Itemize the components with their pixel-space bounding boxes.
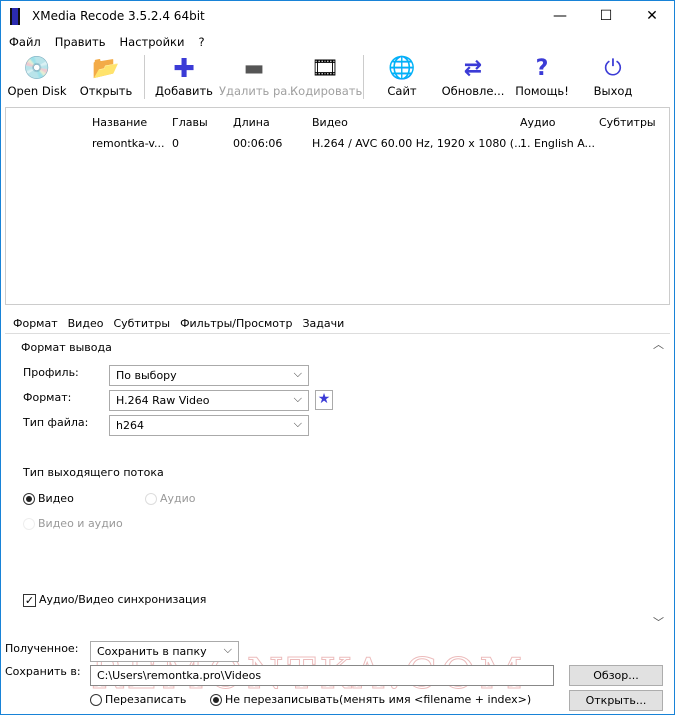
checkbox-icon: ✓ xyxy=(23,593,36,607)
update-button[interactable]: ⇄ Обновле... xyxy=(438,55,508,98)
tab-jobs[interactable]: Задачи xyxy=(302,317,344,330)
help-label: Помощь! xyxy=(515,84,569,98)
column-header-length[interactable]: Длина xyxy=(233,116,270,129)
stream-type-label: Тип выходящего потока xyxy=(23,466,164,479)
no-overwrite-label: Не перезаписывать(менять имя <filename +… xyxy=(225,693,532,706)
globe-icon: 🌐 xyxy=(388,56,416,81)
menu-help[interactable]: ? xyxy=(198,35,204,49)
favorite-star-button[interactable]: ★ xyxy=(315,390,333,410)
open-label: Открыть xyxy=(79,84,133,98)
scroll-down-icon[interactable]: ﹀ xyxy=(653,614,664,630)
update-label: Обновле... xyxy=(441,84,505,98)
radio-icon xyxy=(210,694,222,706)
tab-subtitles[interactable]: Субтитры xyxy=(113,317,170,330)
open-button[interactable]: 📂 Открыть xyxy=(71,55,141,98)
help-icon: ? xyxy=(535,56,549,81)
column-header-audio[interactable]: Аудио xyxy=(520,116,556,129)
open-folder-icon: 📂 xyxy=(92,56,120,81)
file-list[interactable]: Название Главы Длина Видео Аудио Субтитр… xyxy=(5,107,670,305)
radio-video-label: Видео xyxy=(38,492,74,505)
title-bar: XMedia Recode 3.5.2.4 64bit — ☐ ✕ xyxy=(1,1,675,32)
menu-bar: Файл Править Настройки ? xyxy=(9,35,205,49)
browse-button[interactable]: Обзор... xyxy=(569,665,663,686)
profile-select[interactable]: По выбору xyxy=(109,365,309,386)
help-button[interactable]: ? Помощь! xyxy=(507,55,577,98)
close-button[interactable]: ✕ xyxy=(629,1,675,32)
toolbar-separator xyxy=(144,55,145,99)
save-to-label: Сохранить в: xyxy=(5,665,81,678)
open-folder-button[interactable]: Открыть... xyxy=(569,690,663,711)
profile-label: Профиль: xyxy=(23,366,79,379)
menu-file[interactable]: Файл xyxy=(9,35,41,49)
website-button[interactable]: 🌐 Сайт xyxy=(367,55,437,98)
format-label: Формат: xyxy=(23,391,72,404)
add-button[interactable]: ✚ Добавить xyxy=(149,55,219,98)
disc-icon: 💿 xyxy=(23,56,51,81)
maximize-button[interactable]: ☐ xyxy=(583,1,629,32)
cell-video: H.264 / AVC 60.00 Hz, 1920 x 1080 (... xyxy=(312,137,525,150)
exit-label: Выход xyxy=(593,84,633,98)
format-panel: Формат вывода ︿ Профиль: По выбору Форма… xyxy=(5,333,670,633)
remove-button[interactable]: ▬ Удалить ра... xyxy=(219,55,299,98)
remove-label: Удалить ра... xyxy=(219,84,299,98)
menu-edit[interactable]: Править xyxy=(55,35,106,49)
radio-audio[interactable]: Аудио xyxy=(145,492,196,505)
plus-icon: ✚ xyxy=(173,54,195,84)
radio-icon xyxy=(23,493,35,505)
encode-icon: 🎞 xyxy=(311,56,339,81)
minus-icon: ▬ xyxy=(243,56,265,81)
filetype-select[interactable]: h264 xyxy=(109,415,309,436)
column-header-name[interactable]: Название xyxy=(92,116,147,129)
radio-overwrite[interactable]: Перезаписать xyxy=(90,693,186,706)
open-disk-label: Open Disk xyxy=(7,84,67,98)
minimize-button[interactable]: — xyxy=(537,1,583,32)
cell-name: remontka-v... xyxy=(92,137,165,150)
encode-label: Кодировать xyxy=(290,84,363,98)
av-sync-label: Аудио/Видео синхронизация xyxy=(39,593,207,606)
radio-audio-label: Аудио xyxy=(160,492,196,505)
cell-chapters: 0 xyxy=(172,137,179,150)
av-sync-checkbox[interactable]: ✓ Аудио/Видео синхронизация xyxy=(23,593,206,607)
website-label: Сайт xyxy=(387,84,417,98)
radio-video-audio-label: Видео и аудио xyxy=(38,517,123,530)
radio-icon xyxy=(90,694,102,706)
radio-icon xyxy=(23,518,35,530)
open-disk-button[interactable]: 💿 Open Disk xyxy=(2,55,72,98)
column-header-video[interactable]: Видео xyxy=(312,116,348,129)
section-title: Формат вывода xyxy=(21,341,112,354)
format-select[interactable]: H.264 Raw Video xyxy=(109,390,309,411)
refresh-icon: ⇄ xyxy=(463,56,483,81)
radio-no-overwrite[interactable]: Не перезаписывать(менять имя <filename +… xyxy=(210,693,531,706)
tab-bar: Формат Видео Субтитры Фильтры/Просмотр З… xyxy=(13,317,344,330)
tab-video[interactable]: Видео xyxy=(68,317,104,330)
tab-format[interactable]: Формат xyxy=(13,317,58,330)
scroll-up-icon[interactable]: ︿ xyxy=(653,336,664,352)
window-title: XMedia Recode 3.5.2.4 64bit xyxy=(32,9,205,23)
tab-filters[interactable]: Фильтры/Просмотр xyxy=(180,317,292,330)
save-path-input[interactable]: C:\Users\remontka.pro\Videos xyxy=(90,665,554,686)
radio-video-audio[interactable]: Видео и аудио xyxy=(23,517,123,530)
cell-audio: 1. English A... xyxy=(520,137,596,150)
exit-button[interactable]: ⏻ Выход xyxy=(578,55,648,98)
power-icon: ⏻ xyxy=(604,56,622,81)
filetype-label: Тип файла: xyxy=(23,416,89,429)
column-header-subtitles[interactable]: Субтитры xyxy=(599,116,656,129)
cell-length: 00:06:06 xyxy=(233,137,283,150)
radio-video[interactable]: Видео xyxy=(23,492,74,505)
received-label: Полученное: xyxy=(5,642,79,655)
column-header-chapters[interactable]: Главы xyxy=(172,116,208,129)
overwrite-label: Перезаписать xyxy=(105,693,187,706)
toolbar-separator xyxy=(363,55,364,99)
encode-button[interactable]: 🎞 Кодировать xyxy=(290,55,363,98)
radio-icon xyxy=(145,493,157,505)
add-label: Добавить xyxy=(155,84,213,98)
app-icon xyxy=(10,8,20,25)
menu-settings[interactable]: Настройки xyxy=(120,35,185,49)
received-select[interactable]: Сохранить в папку xyxy=(90,641,239,662)
